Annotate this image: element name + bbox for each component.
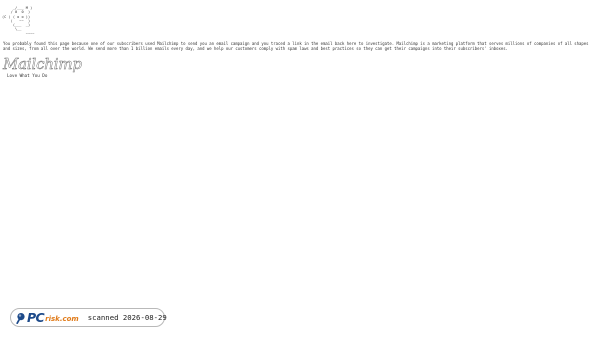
- logo-pc-text: PC: [27, 310, 45, 325]
- scan-date-text: scanned 2026-08-29: [87, 313, 167, 322]
- pcrisk-logo: PC risk.com: [11, 309, 79, 326]
- logo-risk-text: risk.com: [45, 315, 79, 323]
- explanation-text: You probably found this page because one…: [3, 41, 589, 52]
- brand-tagline: Love What You Do: [7, 73, 48, 78]
- mailchimp-wordmark: Mailchimp: [3, 55, 82, 73]
- mailchimp-ascii-art: _/___ M ) / 0 0 ) (C ( ( o o )) ( ~~ ) (…: [2, 6, 35, 36]
- magnifier-icon: [16, 312, 25, 324]
- pcrisk-scan-badge: PC risk.com scanned 2026-08-29: [10, 308, 167, 327]
